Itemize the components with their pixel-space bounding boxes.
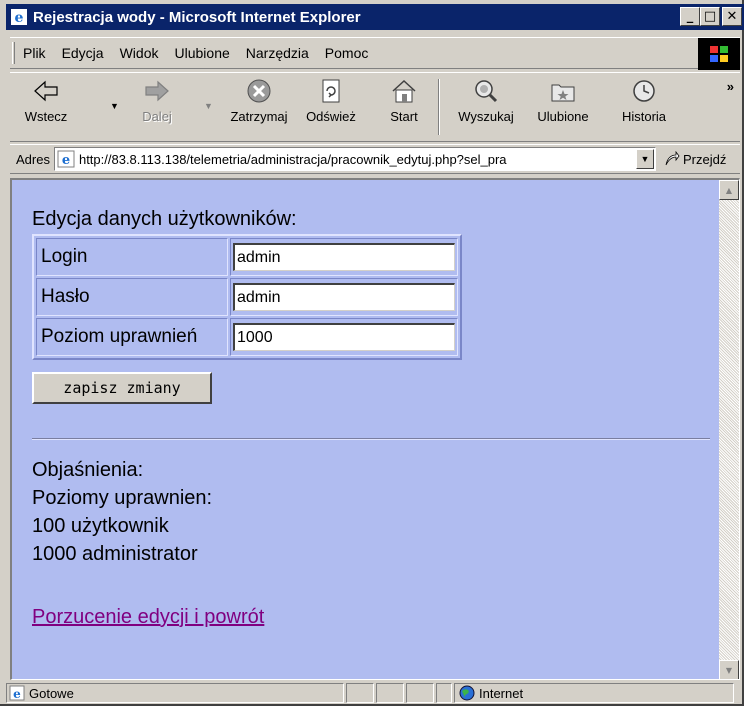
home-icon — [392, 79, 416, 103]
refresh-icon — [322, 79, 340, 103]
address-label: Adres — [16, 151, 50, 167]
password-cell — [230, 278, 458, 316]
standard-toolbar: Wstecz ▼ Dalej ▼ Zatrzymaj Odśwież Start… — [10, 72, 740, 142]
menu-pomoc[interactable]: Pomoc — [325, 45, 369, 61]
ie-logo-icon: e — [11, 9, 27, 26]
search-button[interactable]: Wyszukaj — [448, 77, 524, 139]
history-clock-icon — [633, 80, 655, 102]
forward-button[interactable]: Dalej — [130, 77, 184, 139]
login-input[interactable] — [233, 243, 455, 271]
browser-window: e Rejestracja wody - Microsoft Internet … — [0, 0, 744, 706]
forward-label: Dalej — [142, 109, 172, 124]
page-content: Edycja danych użytkowników: Login Hasło … — [12, 180, 716, 679]
stop-button[interactable]: Zatrzymaj — [224, 77, 294, 139]
window-controls: _ □ ✕ — [680, 7, 742, 26]
password-label: Hasło — [36, 278, 228, 316]
go-arrow-icon — [665, 151, 680, 166]
divider — [32, 438, 710, 440]
scroll-down-icon[interactable]: ▼ — [719, 660, 739, 679]
zone-panel: Internet — [454, 683, 734, 703]
page-title: Edycja danych użytkowników: — [32, 208, 297, 230]
back-arrow-icon — [34, 80, 58, 102]
back-link[interactable]: Porzucenie edycji i powrót — [32, 606, 264, 629]
favorites-folder-icon — [551, 84, 575, 102]
page-viewport: Edycja danych użytkowników: Login Hasło … — [10, 178, 740, 680]
address-input[interactable]: e http://83.8.113.138/telemetria/adminis… — [53, 147, 656, 171]
status-panel-empty-4 — [436, 683, 452, 703]
address-bar: Adres e http://83.8.113.138/telemetria/a… — [10, 144, 740, 174]
level-row: Poziom uprawnień — [36, 318, 458, 356]
back-label: Wstecz — [24, 109, 68, 124]
go-label: Przejdź — [682, 151, 727, 167]
go-button[interactable]: Przejdź — [664, 151, 726, 167]
address-url[interactable]: http://83.8.113.138/telemetria/administr… — [79, 152, 635, 167]
back-dropdown-icon[interactable]: ▼ — [110, 101, 119, 111]
close-button[interactable]: ✕ — [722, 7, 742, 26]
save-button[interactable]: zapisz zmiany — [32, 372, 212, 404]
history-button[interactable]: Historia — [614, 77, 674, 139]
forward-dropdown-icon[interactable]: ▼ — [204, 101, 213, 111]
history-label: Historia — [621, 109, 667, 124]
status-panel: e Gotowe — [6, 683, 344, 703]
address-dropdown-icon[interactable]: ▼ — [635, 149, 654, 169]
page-ie-icon: e — [57, 150, 75, 168]
page-done-icon: e — [9, 685, 25, 701]
favorites-button[interactable]: Ulubione — [528, 77, 598, 139]
svg-text:e: e — [62, 153, 70, 168]
maximize-button[interactable]: □ — [700, 7, 720, 26]
forward-arrow-icon — [145, 80, 169, 102]
notes-section: Objaśnienia: Poziomy uprawnien: 100 użyt… — [32, 456, 212, 568]
menu-grip — [12, 42, 15, 64]
level-input[interactable] — [233, 323, 455, 351]
svg-text:e: e — [13, 687, 21, 701]
vertical-scrollbar[interactable]: ▲ ▼ — [719, 180, 739, 679]
title-bar[interactable]: e Rejestracja wody - Microsoft Internet … — [6, 4, 744, 30]
login-label: Login — [36, 238, 228, 276]
login-row: Login — [36, 238, 458, 276]
level-user-note: 100 użytkownik — [32, 515, 169, 537]
status-bar: e Gotowe Internet — [6, 682, 742, 704]
status-panel-empty-1 — [346, 683, 374, 703]
globe-icon — [459, 685, 475, 701]
level-label: Poziom uprawnień — [36, 318, 228, 356]
menu-plik[interactable]: Plik — [23, 45, 46, 61]
status-text: Gotowe — [29, 685, 74, 701]
home-label: Start — [390, 109, 418, 124]
minimize-button[interactable]: _ — [680, 7, 700, 26]
favorites-label: Ulubione — [537, 109, 589, 124]
menu-edycja[interactable]: Edycja — [62, 45, 104, 61]
refresh-label: Odśwież — [306, 109, 356, 124]
stop-label: Zatrzymaj — [230, 109, 288, 124]
toolbar-more-chevron-icon[interactable]: » — [727, 79, 734, 94]
notes-title: Objaśnienia: — [32, 459, 144, 481]
windows-logo-icon — [698, 38, 740, 70]
stop-icon — [247, 79, 271, 103]
login-cell — [230, 238, 458, 276]
menu-narzedzia[interactable]: Narzędzia — [246, 45, 309, 61]
password-row: Hasło — [36, 278, 458, 316]
refresh-button[interactable]: Odśwież — [300, 77, 362, 139]
scroll-up-icon[interactable]: ▲ — [719, 180, 739, 200]
home-button[interactable]: Start — [382, 77, 426, 139]
levels-title: Poziomy uprawnien: — [32, 487, 213, 509]
search-icon — [475, 80, 498, 103]
status-panel-empty-3 — [406, 683, 434, 703]
menu-widok[interactable]: Widok — [120, 45, 159, 61]
svg-text:e: e — [15, 10, 24, 26]
status-panel-empty-2 — [376, 683, 404, 703]
menu-ulubione[interactable]: Ulubione — [175, 45, 230, 61]
window-title: Rejestracja wody - Microsoft Internet Ex… — [33, 8, 361, 26]
toolbar-separator — [438, 79, 440, 135]
menu-bar: Plik Edycja Widok Ulubione Narzędzia Pom… — [10, 37, 740, 70]
level-admin-note: 1000 administrator — [32, 543, 198, 565]
password-input[interactable] — [233, 283, 455, 311]
level-cell — [230, 318, 458, 356]
user-form-table: Login Hasło Poziom uprawnień — [32, 234, 462, 360]
back-button[interactable]: Wstecz — [18, 77, 74, 139]
search-label: Wyszukaj — [458, 109, 514, 124]
zone-text: Internet — [479, 685, 524, 701]
